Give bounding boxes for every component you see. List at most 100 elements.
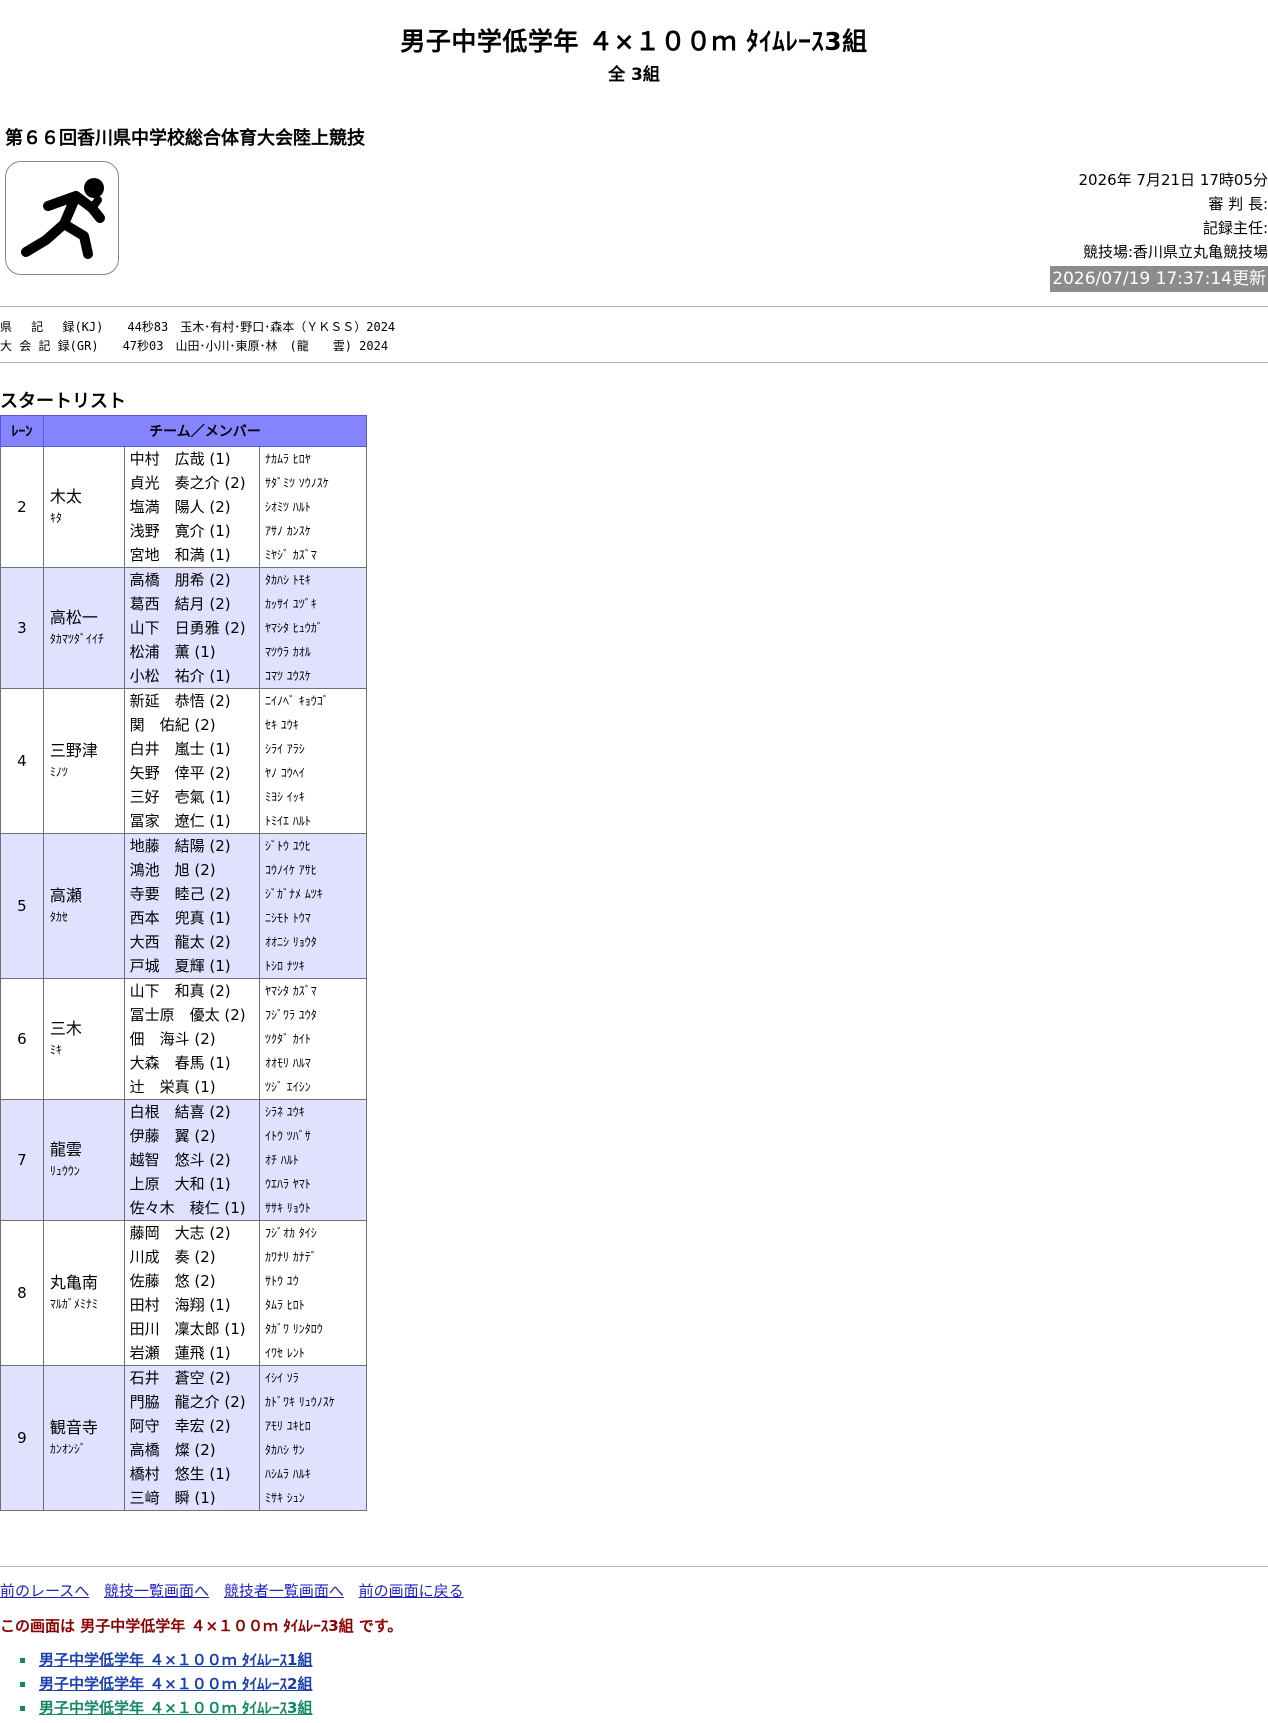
heat-link-1[interactable]: 男子中学低学年 ４×１００ｍ ﾀｲﾑﾚｰｽ1組 [39, 1651, 312, 1669]
member-kana: ｼｵﾐﾂ ﾊﾙﾄ [264, 500, 311, 514]
prev-race-link[interactable]: 前のレースへ [0, 1582, 89, 1600]
member-names: 中村 広哉 (1) 貞光 奏之介 (2) 塩満 陽人 (2) 浅野 寛介 (1) 宮地 … [123, 446, 260, 568]
heat-item: 男子中学低学年 ４×１００ｍ ﾀｲﾑﾚｰｽ1組 [20, 1648, 312, 1672]
member-name: 佐々木 稜仁 (1) [129, 1199, 246, 1217]
back-link[interactable]: 前の画面に戻る [359, 1582, 464, 1600]
member-name: 鴻池 旭 (2) [129, 861, 216, 879]
athlete-list-link[interactable]: 競技者一覧画面へ [224, 1582, 344, 1600]
prefecture-record: 県 記 録(KJ) 44秒83 玉木･有村･野口･森本（ＹＫＳＳ）2024 [0, 320, 396, 334]
team-kana: ｶﾝｵﾝｼﾞ [49, 1442, 86, 1456]
member-kana: ﾌｼﾞｵｶ ﾀｲｼ [264, 1226, 317, 1240]
member-kana: ｶﾄﾞﾜｷ ﾘｭｳﾉｽｹ [264, 1395, 335, 1409]
member-kana-names: ﾆｲﾉﾍﾞ ｷｮｳｺﾞ ｾｷ ﾕｳｷ ｼﾗｲ ｱﾗｼ ﾔﾉ ｺｳﾍｲ ﾐﾖｼ ｲｯｷ ﾄﾐ… [258, 688, 368, 834]
member-kana: ｱｻﾉ ｶﾝｽｹ [264, 524, 311, 538]
table-row: 6 三木 ﾐｷ 山下 和真 (2) 冨士原 優太 (2) 佃 海斗 (2) 大森 春馬 (1… [0, 978, 368, 1100]
team-name: 丸亀南 [49, 1273, 98, 1292]
page-title: 男子中学低学年 ４×１００ｍ ﾀｲﾑﾚｰｽ3組 [400, 27, 868, 56]
team-cell: 木太 ｷﾀ [42, 446, 125, 568]
column-header-team: チーム／メンバー [42, 415, 368, 447]
lane-number: 8 [0, 1220, 44, 1366]
member-names: 新延 恭悟 (2) 関 佑紀 (2) 白井 嵐士 (1) 矢野 倖平 (2) 三好 壱氣… [123, 688, 260, 834]
member-name: 岩瀬 蓮飛 (1) [129, 1344, 231, 1362]
member-kana: ｵｵﾆｼ ﾘｮｳﾀ [264, 935, 317, 949]
member-name: 辻 栄真 (1) [129, 1078, 216, 1096]
member-kana: ﾆｲﾉﾍﾞ ｷｮｳｺﾞ [264, 694, 329, 708]
member-name: 高橋 朋希 (2) [129, 571, 231, 589]
team-kana: ｷﾀ [49, 511, 62, 525]
lane-number: 7 [0, 1099, 44, 1221]
event-list-link[interactable]: 競技一覧画面へ [104, 1582, 209, 1600]
team-name: 龍雲 [49, 1140, 82, 1159]
member-kana: ﾔﾏｼﾀ ｶｽﾞﾏ [264, 984, 317, 998]
start-list-table: ﾚｰﾝ チーム／メンバー 2 木太 ｷﾀ 中村 広哉 (1) 貞光 奏之介 (2) 塩満 … [0, 415, 368, 1511]
member-names: 高橋 朋希 (2) 葛西 結月 (2) 山下 日勇雅 (2) 松浦 薫 (1) 小松 祐… [123, 567, 260, 689]
member-kana: ﾀﾑﾗ ﾋﾛﾄ [264, 1298, 305, 1312]
member-name: 門脇 龍之介 (2) [129, 1393, 246, 1411]
member-name: 貞光 奏之介 (2) [129, 474, 246, 492]
member-kana: ｺｳﾉｲｹ ｱｻﾋ [264, 863, 317, 877]
table-row: 2 木太 ｷﾀ 中村 広哉 (1) 貞光 奏之介 (2) 塩満 陽人 (2) 浅野 寛介 (… [0, 446, 368, 568]
member-kana: ﾊｼﾑﾗ ﾊﾙｷ [264, 1467, 311, 1481]
divider [0, 1566, 1268, 1567]
table-row: 7 龍雲 ﾘｭｳｳﾝ 白根 結喜 (2) 伊藤 翼 (2) 越智 悠斗 (2) 上原 大和 … [0, 1099, 368, 1221]
member-kana: ﾄﾐｲｴ ﾊﾙﾄ [264, 814, 311, 828]
lane-number: 4 [0, 688, 44, 834]
member-kana: ｼﾗｲ ｱﾗｼ [264, 742, 305, 756]
meet-info: 2026年 7月21日 17時05分 審 判 長: 記録主任: 競技場:香川県立… [1050, 168, 1268, 292]
member-kana: ｾｷ ﾕｳｷ [264, 718, 299, 732]
meet-record: 大 会 記 録(GR) 47秒03 山田･小川･東原･林 (龍 雲) 2024 [0, 339, 389, 353]
member-name: 宮地 和満 (1) [129, 546, 231, 564]
bullet-icon [20, 1682, 25, 1687]
member-kana: ｵﾁ ﾊﾙﾄ [264, 1153, 299, 1167]
heat-count: 全 3組 [608, 65, 660, 85]
member-kana: ｶｯｻｲ ﾕﾂﾞｷ [264, 597, 317, 611]
team-cell: 高瀬 ﾀｶｾ [42, 833, 125, 979]
team-name: 観音寺 [49, 1418, 98, 1437]
member-name: 冨士原 優太 (2) [129, 1006, 246, 1024]
member-name: 大西 龍太 (2) [129, 933, 231, 951]
member-kana-names: ﾅｶﾑﾗ ﾋﾛﾔ ｻﾀﾞﾐﾂ ｿｳﾉｽｹ ｼｵﾐﾂ ﾊﾙﾄ ｱｻﾉ ｶﾝｽｹ ﾐﾔｼﾞ … [258, 446, 368, 568]
team-cell: 龍雲 ﾘｭｳｳﾝ [42, 1099, 125, 1221]
table-row: 3 高松一 ﾀｶﾏﾂﾀﾞｲｲﾁ 高橋 朋希 (2) 葛西 結月 (2) 山下 日勇雅 (2… [0, 567, 368, 689]
bullet-icon [20, 1706, 25, 1711]
member-name: 橋村 悠生 (1) [129, 1465, 231, 1483]
member-name: 冨家 遼仁 (1) [129, 812, 231, 830]
member-name: 中村 広哉 (1) [129, 450, 231, 468]
section-title: スタートリスト [0, 391, 126, 412]
member-name: 山下 日勇雅 (2) [129, 619, 246, 637]
lane-number: 9 [0, 1365, 44, 1511]
member-kana-names: ﾔﾏｼﾀ ｶｽﾞﾏ ﾌｼﾞﾜﾗ ﾕｳﾀ ﾂｸﾀﾞ ｶｲﾄ ｵｵﾓﾘ ﾊﾙﾏ ﾂｼﾞ ｴｲ… [258, 978, 368, 1100]
member-name: 藤岡 大志 (2) [129, 1224, 231, 1242]
member-kana-names: ｲｼｲ ｿﾗ ｶﾄﾞﾜｷ ﾘｭｳﾉｽｹ ｱﾓﾘ ﾕｷﾋﾛ ﾀｶﾊｼ ｻﾝ ﾊｼﾑﾗ ﾊﾙ… [258, 1365, 368, 1511]
lane-number: 2 [0, 446, 44, 568]
heat-link-2[interactable]: 男子中学低学年 ４×１００ｍ ﾀｲﾑﾚｰｽ2組 [39, 1675, 312, 1693]
member-name: 佃 海斗 (2) [129, 1030, 216, 1048]
team-cell: 三野津 ﾐﾉﾂ [42, 688, 125, 834]
heat-item: 男子中学低学年 ４×１００ｍ ﾀｲﾑﾚｰｽ2組 [20, 1672, 312, 1696]
team-kana: ﾏﾙｶﾞﾒﾐﾅﾐ [49, 1297, 98, 1311]
member-name: 佐藤 悠 (2) [129, 1272, 216, 1290]
member-names: 石井 蒼空 (2) 門脇 龍之介 (2) 阿守 幸宏 (2) 高橋 燦 (2) 橋村 悠… [123, 1365, 260, 1511]
recorder-label: 記録主任: [1202, 219, 1268, 237]
team-cell: 観音寺 ｶﾝｵﾝｼﾞ [42, 1365, 125, 1511]
member-kana: ｺﾏﾂ ﾕｳｽｹ [264, 669, 311, 683]
team-kana: ﾀｶﾏﾂﾀﾞｲｲﾁ [49, 632, 104, 646]
member-kana: ｻﾀﾞﾐﾂ ｿｳﾉｽｹ [264, 476, 329, 490]
member-name: 山下 和真 (2) [129, 982, 231, 1000]
member-names: 白根 結喜 (2) 伊藤 翼 (2) 越智 悠斗 (2) 上原 大和 (1) 佐々木 稜… [123, 1099, 260, 1221]
member-name: 西本 兜真 (1) [129, 909, 231, 927]
member-kana: ｲｼｲ ｿﾗ [264, 1371, 299, 1385]
member-names: 山下 和真 (2) 冨士原 優太 (2) 佃 海斗 (2) 大森 春馬 (1) 辻 栄真… [123, 978, 260, 1100]
divider [0, 362, 1268, 363]
member-kana: ｼﾗﾈ ﾕｳｷ [264, 1105, 305, 1119]
column-header-lane: ﾚｰﾝ [0, 415, 44, 447]
member-name: 三﨑 瞬 (1) [129, 1489, 216, 1507]
heat-link-3[interactable]: 男子中学低学年 ４×１００ｍ ﾀｲﾑﾚｰｽ3組 [39, 1699, 312, 1717]
member-kana: ﾐｻｷ ｼｭﾝ [264, 1491, 305, 1505]
member-kana: ﾔﾏｼﾀ ﾋｭｳｶﾞ [264, 621, 323, 635]
member-kana: ﾂｸﾀﾞ ｶｲﾄ [264, 1032, 311, 1046]
member-kana: ｱﾓﾘ ﾕｷﾋﾛ [264, 1419, 311, 1433]
member-kana: ﾌｼﾞﾜﾗ ﾕｳﾀ [264, 1008, 317, 1022]
member-names: 地藤 結陽 (2) 鴻池 旭 (2) 寺要 睦己 (2) 西本 兜真 (1) 大西 龍太… [123, 833, 260, 979]
member-kana: ﾐﾖｼ ｲｯｷ [264, 790, 305, 804]
